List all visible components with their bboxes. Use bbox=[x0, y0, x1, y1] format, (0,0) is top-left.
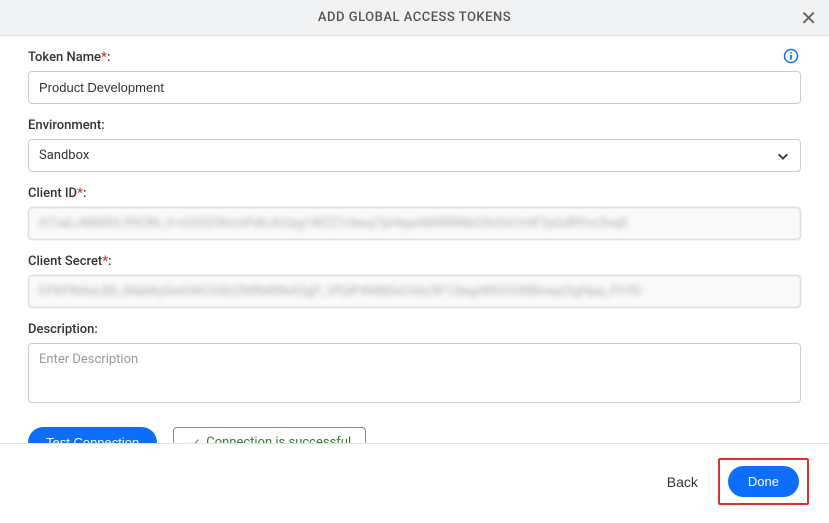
environment-group: Environment: Sandbox bbox=[28, 118, 801, 172]
description-group: Description: bbox=[28, 322, 801, 407]
colon: : bbox=[107, 50, 110, 65]
add-global-access-tokens-modal: ADD GLOBAL ACCESS TOKENS ✕ Token Name*: … bbox=[0, 0, 829, 523]
done-button[interactable]: Done bbox=[728, 466, 799, 497]
client-id-group: Client ID*: A7vaLcM60DLf9X3N_V-vOS5ZWxmP… bbox=[28, 186, 801, 240]
modal-body: Token Name*: Environment: Sandbox Client… bbox=[0, 36, 829, 443]
client-id-value: A7vaLcM60DLf9X3N_V-vOS5ZWxmPdhJlrUyg1WZZ… bbox=[39, 216, 627, 231]
status-badge: Connection is successful bbox=[173, 427, 366, 443]
client-secret-group: Client Secret*: EPKPNXuLB6_MabKyGw6WCGSU… bbox=[28, 254, 801, 308]
token-name-input[interactable] bbox=[28, 71, 801, 104]
client-id-input[interactable]: A7vaLcM60DLf9X3N_V-vOS5ZWxmPdhJlrUyg1WZZ… bbox=[28, 207, 801, 240]
status-text: Connection is successful bbox=[206, 435, 351, 443]
environment-label: Environment: bbox=[28, 118, 801, 133]
client-secret-input[interactable]: EPKPNXuLB6_MabKyGw6WCGSUZNfN4l9kA0gP_VfQ… bbox=[28, 275, 801, 308]
modal-footer: Back Done bbox=[0, 443, 829, 523]
chevron-down-icon bbox=[776, 149, 790, 163]
client-id-label: Client ID*: bbox=[28, 186, 801, 201]
back-button[interactable]: Back bbox=[663, 468, 702, 496]
modal-title: ADD GLOBAL ACCESS TOKENS bbox=[318, 10, 511, 25]
info-icon[interactable] bbox=[783, 48, 799, 64]
colon: : bbox=[108, 254, 111, 269]
environment-select[interactable]: Sandbox bbox=[28, 139, 801, 172]
test-connection-button[interactable]: Test Connection bbox=[28, 427, 157, 443]
description-textarea[interactable] bbox=[28, 343, 801, 403]
client-secret-label-text: Client Secret bbox=[28, 254, 102, 269]
modal-header: ADD GLOBAL ACCESS TOKENS ✕ bbox=[0, 0, 829, 36]
description-label: Description: bbox=[28, 322, 801, 337]
close-icon[interactable]: ✕ bbox=[798, 6, 819, 30]
client-secret-label: Client Secret*: bbox=[28, 254, 801, 269]
done-highlight-box: Done bbox=[718, 458, 809, 505]
action-row: Test Connection Connection is successful bbox=[28, 427, 801, 443]
token-name-label-text: Token Name bbox=[28, 50, 101, 65]
client-secret-value: EPKPNXuLB6_MabKyGw6WCGSUZNfN4l9kA0gP_VfQ… bbox=[39, 284, 642, 299]
environment-value: Sandbox bbox=[39, 148, 89, 163]
client-id-label-text: Client ID bbox=[28, 186, 77, 201]
colon: : bbox=[83, 186, 86, 201]
token-name-label: Token Name*: bbox=[28, 50, 801, 65]
token-name-group: Token Name*: bbox=[28, 50, 801, 104]
